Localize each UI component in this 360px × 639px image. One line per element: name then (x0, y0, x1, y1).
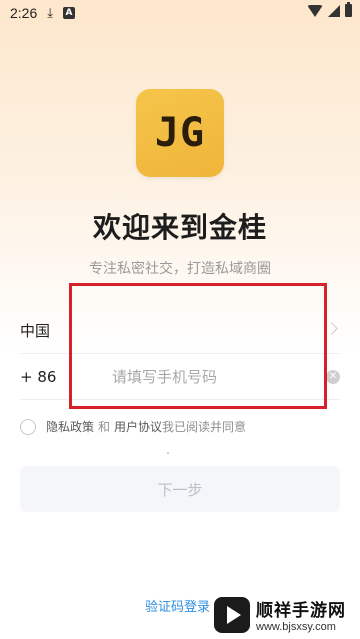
highlight-annotation-box (69, 283, 327, 409)
watermark-logo-icon (214, 596, 250, 633)
battery-icon (345, 2, 352, 17)
site-watermark: 顺祥手游网 www.bjsxsy.com (214, 590, 360, 639)
agreement-row: 隐私政策 和 用户协议 我已阅读并同意 (20, 418, 246, 435)
signal-icon (328, 4, 340, 17)
watermark-url: www.bjsxsy.com (256, 621, 336, 633)
status-time: 2:26 (10, 5, 38, 21)
code-login-link[interactable]: 验证码登录 (145, 596, 210, 615)
download-icon: ⤓ (47, 5, 53, 21)
page-subtitle: 专注私密社交，打造私域商圈 (89, 261, 271, 277)
status-bar: 2:26 ⤓ A (0, 0, 360, 26)
agreement-checkbox[interactable] (20, 418, 36, 435)
chevron-right-icon (325, 322, 338, 335)
wifi-icon (307, 4, 323, 17)
dot-divider (167, 452, 169, 454)
a-app-icon: A (63, 7, 75, 19)
app-logo-text: JG (154, 110, 206, 156)
privacy-policy-link[interactable]: 隐私政策 (46, 418, 94, 435)
app-logo: JG (136, 89, 224, 177)
watermark-name: 顺祥手游网 (256, 601, 346, 621)
next-step-button[interactable]: 下一步 (20, 466, 340, 512)
clear-icon[interactable]: ✕ (326, 370, 340, 384)
agreement-consent-text: 我已阅读并同意 (162, 420, 247, 434)
page-title: 欢迎来到金桂 (92, 211, 267, 244)
agreement-and-text: 和 (98, 420, 111, 434)
user-agreement-link[interactable]: 用户协议 (114, 418, 162, 435)
